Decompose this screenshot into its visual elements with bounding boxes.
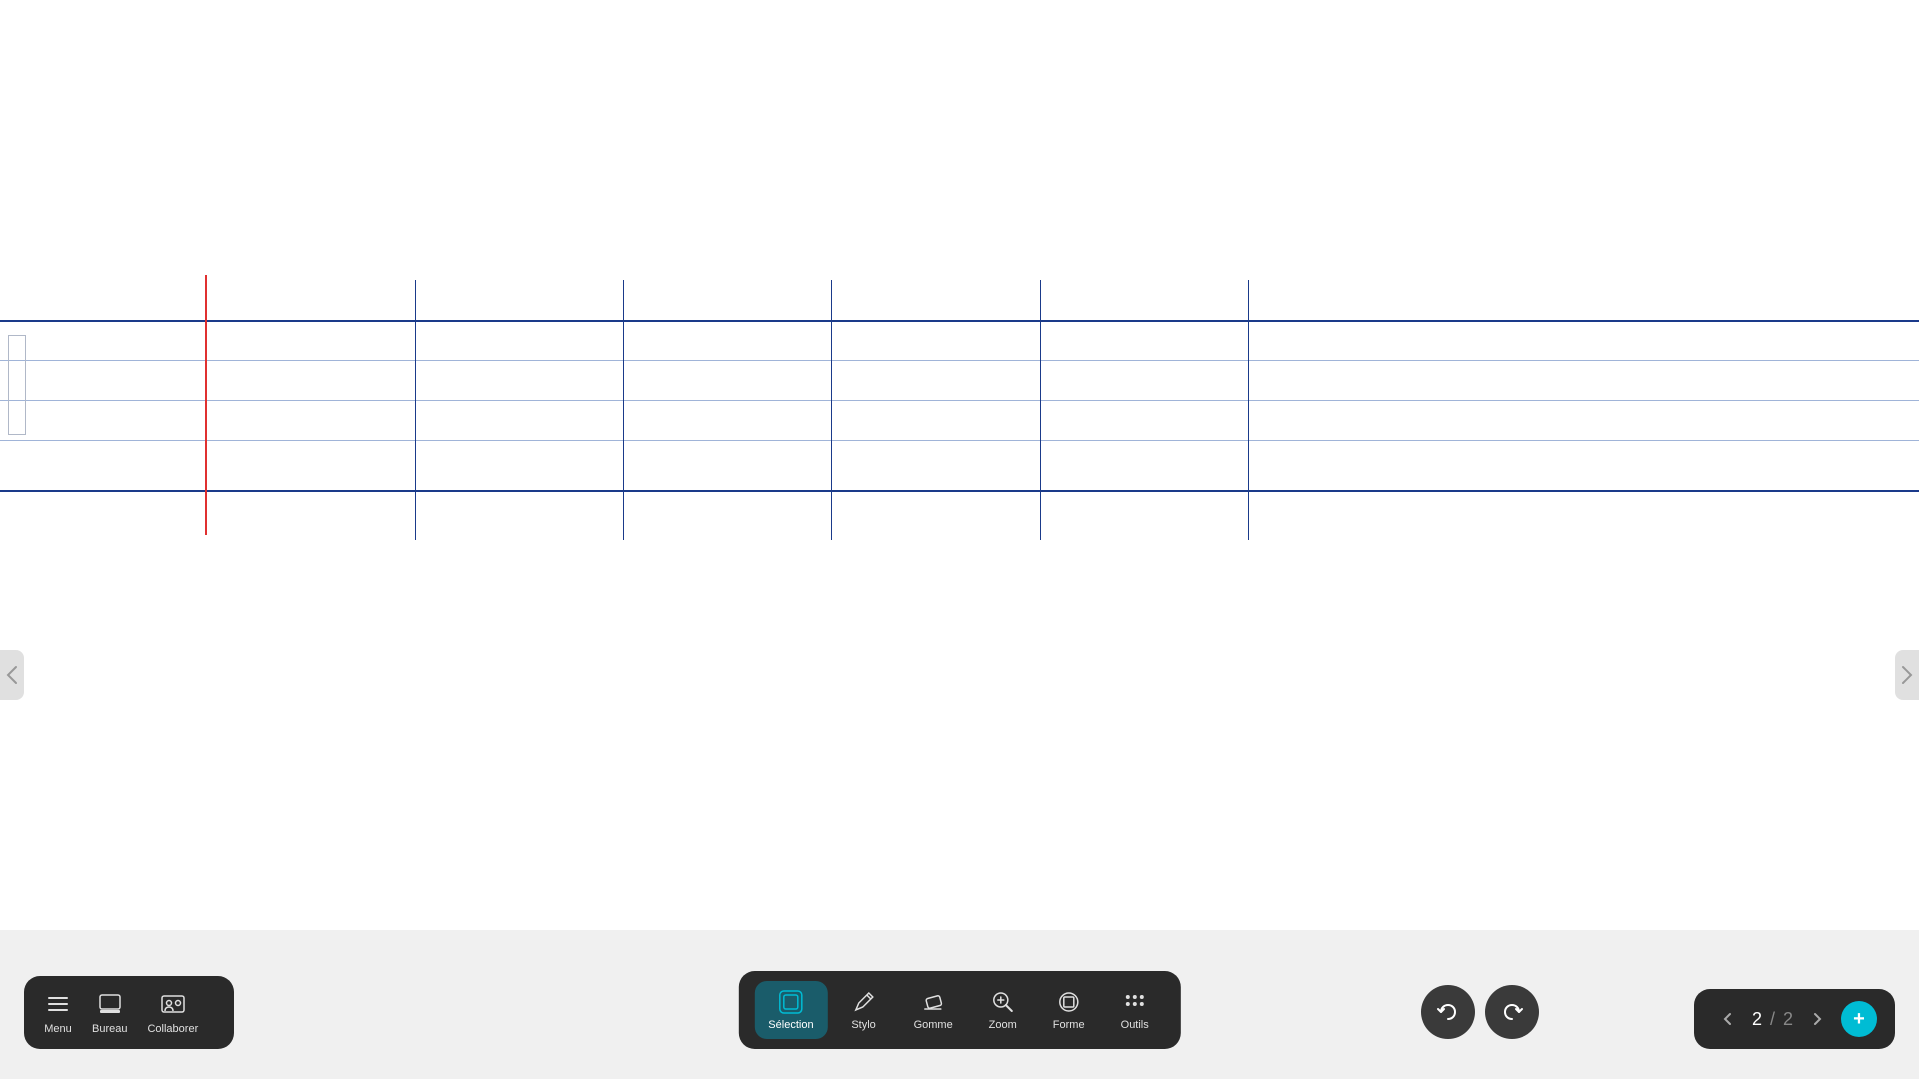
next-page-button[interactable] xyxy=(1801,1003,1833,1035)
prev-page-button[interactable] xyxy=(1712,1003,1744,1035)
margin-rect xyxy=(8,335,26,435)
stylo-tool[interactable]: Stylo xyxy=(834,981,894,1039)
undo-button[interactable] xyxy=(1421,985,1475,1039)
current-page: 2 xyxy=(1752,1009,1762,1030)
outils-tool[interactable]: Outils xyxy=(1105,981,1165,1039)
page-separator: / xyxy=(1770,1009,1775,1030)
h-line-ruled-2 xyxy=(0,400,1919,401)
gomme-tool[interactable]: Gomme xyxy=(900,981,967,1039)
v-line-3 xyxy=(831,280,832,540)
forme-tool[interactable]: Forme xyxy=(1039,981,1099,1039)
h-line-top xyxy=(0,320,1919,322)
menu-button[interactable]: Menu xyxy=(44,990,72,1035)
outils-label: Outils xyxy=(1121,1019,1149,1031)
red-vertical-line xyxy=(205,275,207,535)
total-pages: 2 xyxy=(1783,1009,1793,1030)
bureau-label: Bureau xyxy=(92,1023,127,1035)
v-line-4 xyxy=(1040,280,1041,540)
selection-label: Sélection xyxy=(768,1019,813,1031)
add-page-button[interactable]: + xyxy=(1841,1001,1877,1037)
v-line-5 xyxy=(1248,280,1249,540)
bureau-button[interactable]: Bureau xyxy=(92,990,127,1035)
h-line-ruled-3 xyxy=(0,440,1919,441)
side-arrow-left[interactable] xyxy=(0,650,24,700)
collaborer-label: Collaborer xyxy=(147,1023,198,1035)
undo-redo-group xyxy=(1421,985,1539,1039)
zoom-label: Zoom xyxy=(989,1019,1017,1031)
toolbar-left: Menu Bureau Collaborer xyxy=(24,976,234,1049)
canvas-area[interactable] xyxy=(0,0,1919,930)
add-page-icon: + xyxy=(1853,1008,1865,1031)
zoom-tool[interactable]: Zoom xyxy=(973,981,1033,1039)
side-arrow-right[interactable] xyxy=(1895,650,1919,700)
v-line-1 xyxy=(415,280,416,540)
selection-tool[interactable]: Sélection xyxy=(754,981,827,1039)
h-line-bottom xyxy=(0,490,1919,492)
toolbar-center: Sélection Stylo Gomme Zoom Forme xyxy=(738,971,1180,1049)
stylo-label: Stylo xyxy=(851,1019,875,1031)
forme-label: Forme xyxy=(1053,1019,1085,1031)
h-line-ruled-1 xyxy=(0,360,1919,361)
gomme-label: Gomme xyxy=(914,1019,953,1031)
collaborer-button[interactable]: Collaborer xyxy=(147,990,198,1035)
redo-button[interactable] xyxy=(1485,985,1539,1039)
grid-container xyxy=(0,280,1919,550)
v-line-2 xyxy=(623,280,624,540)
page-navigation: 2 / 2 + xyxy=(1694,989,1895,1049)
menu-label: Menu xyxy=(44,1023,72,1035)
